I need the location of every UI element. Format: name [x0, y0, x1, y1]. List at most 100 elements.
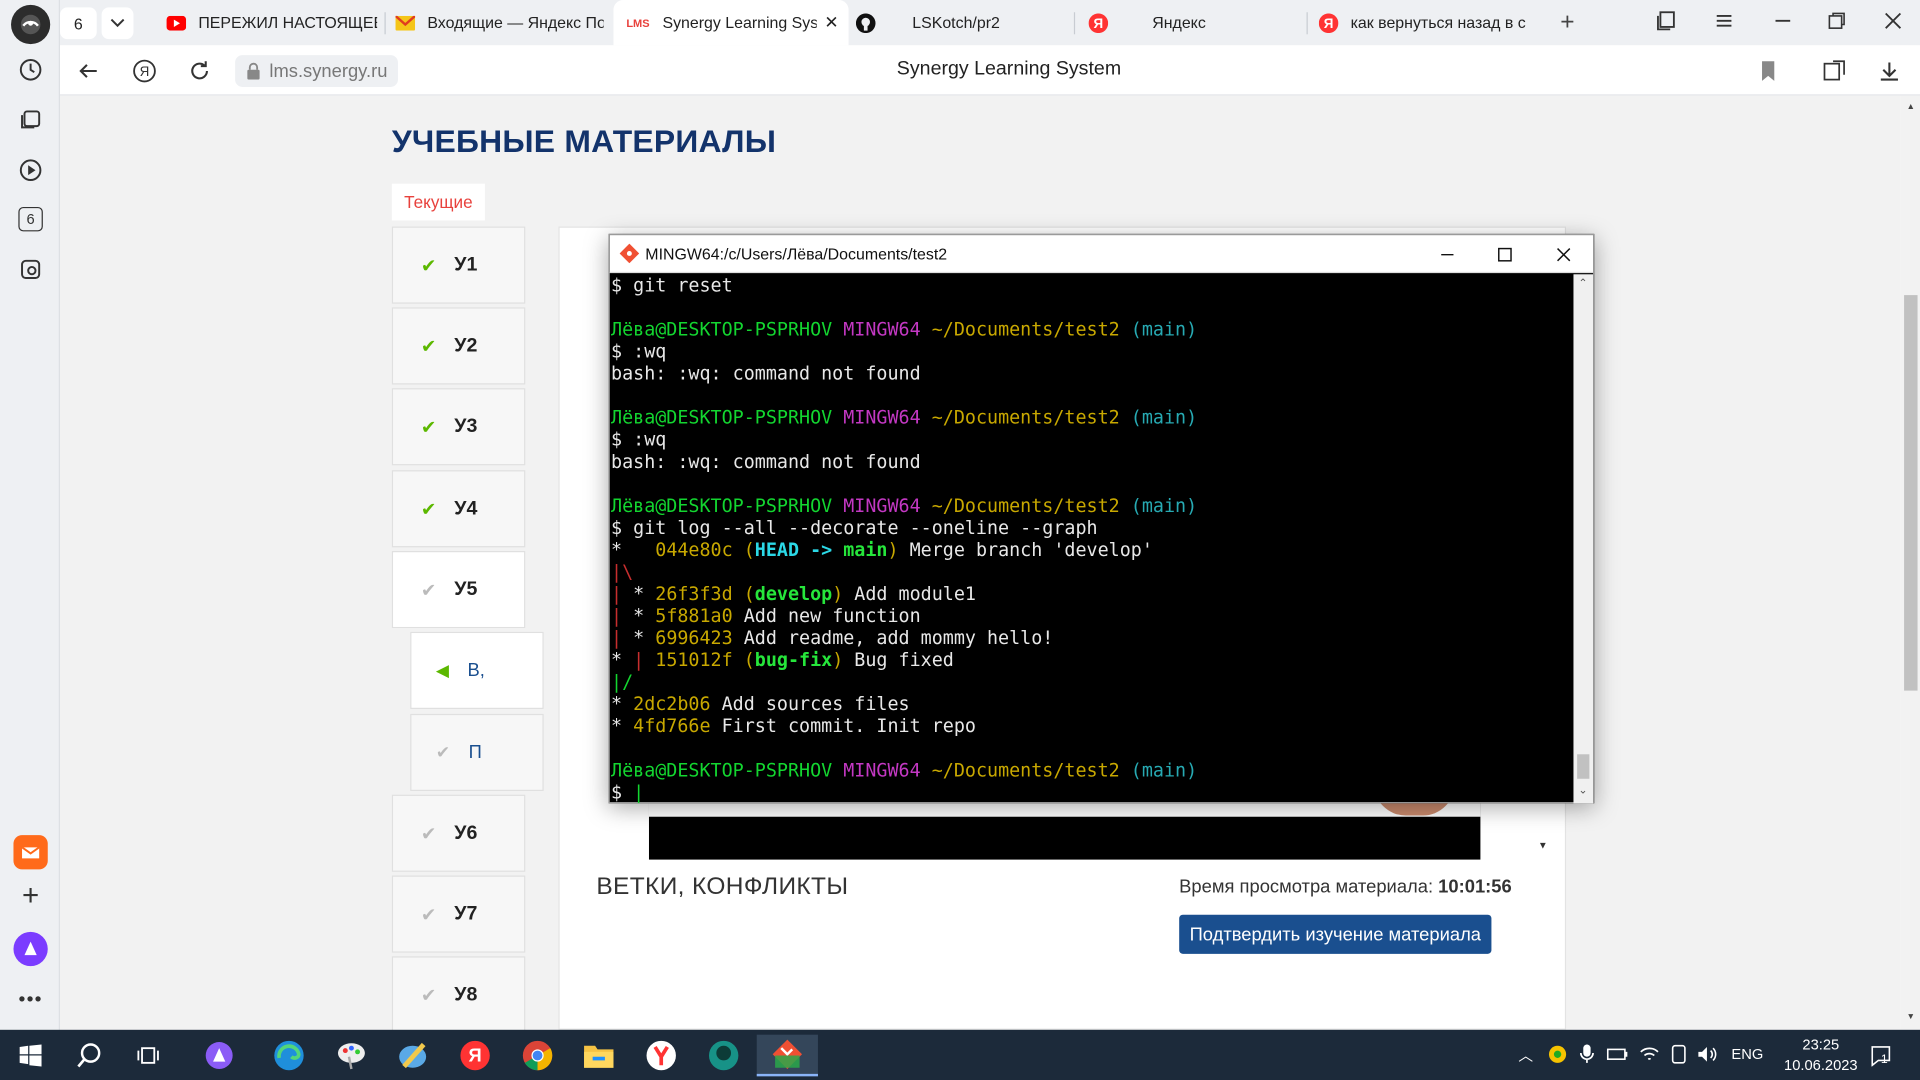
tab-yandex-search[interactable]: Я как вернуться назад в с: [1318, 0, 1527, 45]
yandex-app-icon[interactable]: [640, 1035, 682, 1077]
minimize-icon[interactable]: [1772, 10, 1794, 38]
alisa-icon[interactable]: [13, 931, 48, 967]
tab-yandex[interactable]: Я Яндекс: [1088, 0, 1297, 45]
wifi-icon[interactable]: [1638, 1044, 1660, 1070]
lesson-label: У6: [454, 822, 478, 844]
confirm-study-button[interactable]: Подтвердить изучение материала: [1179, 914, 1492, 954]
lesson-item[interactable]: ✔ У6: [391, 794, 526, 872]
terminal-scrollbar[interactable]: ⌃ ⌄: [1573, 274, 1594, 804]
mail-app-icon[interactable]: [13, 835, 48, 870]
more-icon[interactable]: •••: [12, 982, 49, 1019]
sublesson-item-current[interactable]: ◀ В,: [410, 631, 544, 709]
lesson-label: У8: [454, 983, 478, 1005]
new-tab-icon[interactable]: +: [1553, 7, 1582, 36]
tab-list-chevron-icon[interactable]: [101, 7, 134, 40]
extensions-icon[interactable]: [1818, 55, 1850, 87]
tab-youtube[interactable]: ПЕРЕЖИЛ НАСТОЯЩЕЕ: [166, 0, 377, 45]
terminal-text: bash: :wq: command not found: [611, 450, 921, 473]
yandex-disk-tray-icon[interactable]: [1548, 1044, 1568, 1070]
windows-start-icon[interactable]: [10, 1035, 52, 1077]
url-text: lms.synergy.ru: [269, 60, 388, 82]
task-view-icon[interactable]: [129, 1035, 171, 1077]
lesson-item[interactable]: ✔ У3: [391, 388, 526, 466]
terminal-text: |: [611, 626, 623, 649]
terminal-scroll-up-icon[interactable]: ⌃: [1578, 277, 1587, 290]
git-bash-window[interactable]: MINGW64:/c/Users/Лёва/Documents/test2 $ …: [608, 233, 1595, 804]
back-arrow-icon[interactable]: [72, 55, 104, 87]
screenshot-icon[interactable]: [12, 251, 49, 288]
profile-avatar[interactable]: [11, 4, 51, 45]
tab-current[interactable]: Текущие: [391, 183, 485, 221]
scroll-up-icon[interactable]: ▲: [1907, 103, 1915, 112]
mail-icon: [395, 13, 416, 33]
file-explorer-icon[interactable]: [578, 1035, 620, 1077]
download-icon[interactable]: [1873, 55, 1905, 87]
lesson-item[interactable]: ✔ У8: [391, 956, 526, 1034]
clock[interactable]: 23:25 10.06.2023: [1780, 1035, 1861, 1077]
yandex-icon: Я: [1088, 12, 1109, 33]
history-icon[interactable]: [12, 51, 49, 88]
language-indicator[interactable]: ENG: [1731, 1046, 1763, 1063]
phone-link-icon[interactable]: [1669, 1044, 1689, 1070]
tab-github[interactable]: LSKotch/pr2: [855, 0, 1064, 45]
menu-icon[interactable]: [1713, 10, 1735, 38]
bookmark-icon[interactable]: [1752, 55, 1784, 87]
terminal-minimize-icon[interactable]: [1418, 235, 1476, 273]
close-window-icon[interactable]: [1882, 10, 1904, 38]
svg-text:Я: Я: [140, 64, 150, 79]
tab-counter-icon[interactable]: 6: [12, 201, 49, 238]
search-icon[interactable]: [69, 1035, 111, 1077]
tab-lms-active[interactable]: LMS Synergy Learning Sys ✕: [613, 0, 849, 46]
terminal-text: ~/Documents/test2: [931, 318, 1120, 341]
lesson-item-open[interactable]: ✔ У5: [391, 551, 526, 629]
collections-icon[interactable]: [12, 102, 49, 139]
tab-counter-button[interactable]: 6: [60, 7, 97, 40]
yandex-browser-icon[interactable]: Я: [454, 1035, 496, 1077]
url-field[interactable]: lms.synergy.ru: [235, 55, 399, 87]
sublesson-item[interactable]: ✔ П: [410, 713, 544, 792]
paint-icon[interactable]: [331, 1035, 373, 1077]
terminal-maximize-icon[interactable]: [1476, 235, 1534, 273]
terminal-close-icon[interactable]: [1534, 235, 1592, 273]
yandex-home-icon[interactable]: Я: [129, 55, 161, 87]
scroll-down-icon[interactable]: ▼: [1907, 1013, 1915, 1022]
terminal-line: Лёва@DESKTOP-PSPRHOV MINGW64 ~/Documents…: [611, 495, 1573, 517]
tray-chevron-icon[interactable]: ︿: [1518, 1044, 1533, 1065]
volume-icon[interactable]: [1696, 1044, 1718, 1070]
drawing-icon[interactable]: [392, 1035, 434, 1077]
git-bash-icon[interactable]: [756, 1034, 818, 1077]
svg-text:Я: Я: [1094, 16, 1104, 31]
terminal-output[interactable]: $ git reset Лёва@DESKTOP-PSPRHOV MINGW64 …: [610, 274, 1574, 803]
microphone-icon[interactable]: [1579, 1044, 1595, 1070]
restore-icon[interactable]: [1826, 10, 1848, 38]
lesson-item[interactable]: ✔ У1: [391, 226, 526, 304]
chrome-icon[interactable]: [517, 1035, 559, 1077]
content-scroll-down-icon[interactable]: ▼: [1538, 840, 1548, 851]
alisa-icon[interactable]: [198, 1035, 240, 1077]
tab-mail[interactable]: Входящие — Яндекс По: [395, 0, 604, 45]
lesson-item[interactable]: ✔ У2: [391, 307, 526, 385]
reload-icon[interactable]: [184, 55, 216, 87]
edge-icon[interactable]: [268, 1035, 310, 1077]
terminal-titlebar[interactable]: MINGW64:/c/Users/Лёва/Documents/test2: [609, 235, 1594, 274]
notifications-icon[interactable]: 1: [1870, 1044, 1892, 1072]
terminal-scroll-down-icon[interactable]: ⌄: [1578, 784, 1587, 797]
tab-manager-icon[interactable]: [1656, 10, 1678, 38]
lesson-item[interactable]: ✔ У7: [391, 875, 526, 953]
terminal-text: MINGW64: [843, 494, 921, 517]
page-scrollbar[interactable]: ▲ ▼: [1900, 95, 1920, 1030]
terminal-text: Bug fixed: [843, 648, 954, 672]
lesson-item[interactable]: ✔ У4: [391, 470, 526, 548]
clock-time: 23:25: [1802, 1035, 1840, 1054]
terminal-line: | * 5f881a0 Add new function: [611, 605, 1573, 627]
gitkraken-icon[interactable]: [703, 1035, 745, 1077]
close-tab-icon[interactable]: ✕: [824, 12, 838, 33]
video-icon[interactable]: [12, 152, 49, 189]
add-panel-icon[interactable]: +: [12, 878, 49, 915]
terminal-scrollbar-thumb[interactable]: [1577, 754, 1590, 779]
battery-icon[interactable]: [1606, 1044, 1629, 1070]
scrollbar-thumb[interactable]: [1904, 295, 1918, 691]
